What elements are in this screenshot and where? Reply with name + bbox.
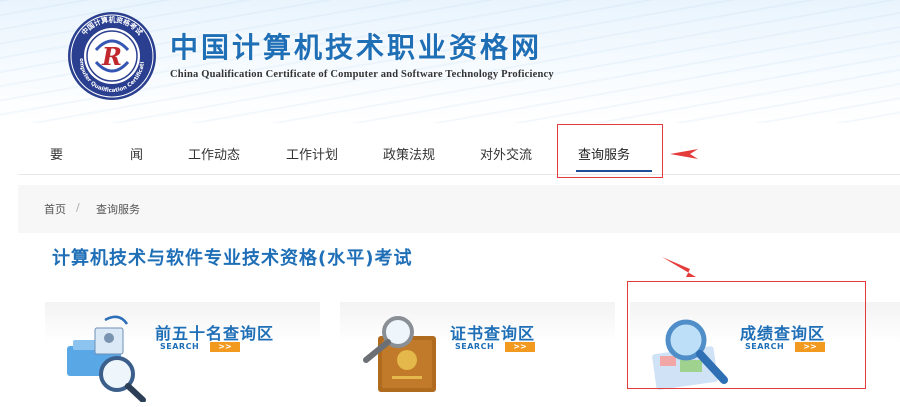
nav-item-policies[interactable]: 政策法规 bbox=[383, 123, 435, 175]
svg-text:R: R bbox=[101, 42, 122, 71]
nav-item-work-updates[interactable]: 工作动态 bbox=[188, 123, 240, 175]
main-nav: 要 闻 工作动态 工作计划 政策法规 对外交流 查询服务 bbox=[18, 123, 900, 175]
card-title: 证书查询区 bbox=[450, 324, 536, 343]
nav-item-external-exchange[interactable]: 对外交流 bbox=[480, 123, 532, 175]
site-title: 中国计算机技术职业资格网 bbox=[170, 31, 543, 64]
site-logo-icon[interactable]: R 中国计算机资格考试 Computer Qualification Certi… bbox=[66, 10, 158, 102]
card-top-fifty-query[interactable]: 前五十名查询区 SEARCH >> bbox=[45, 302, 320, 402]
certificate-magnifier-icon bbox=[363, 316, 436, 392]
card-title: 前五十名查询区 bbox=[155, 324, 275, 343]
nav-item-news-important[interactable]: 要 bbox=[50, 123, 63, 175]
nav-annotation-arrow-icon bbox=[670, 149, 698, 159]
search-go-button[interactable]: >> bbox=[505, 342, 535, 352]
site-subtitle: China Qualification Certificate of Compu… bbox=[170, 69, 554, 80]
site-header: R 中国计算机资格考试 Computer Qualification Certi… bbox=[0, 0, 900, 123]
search-go-button[interactable]: >> bbox=[210, 342, 240, 352]
card-certificate-query[interactable]: 证书查询区 SEARCH >> bbox=[340, 302, 615, 402]
card-highlight-annotation bbox=[627, 281, 866, 389]
nav-item-work-plans[interactable]: 工作计划 bbox=[286, 123, 338, 175]
page-title: 计算机技术与软件专业技术资格(水平)考试 bbox=[52, 248, 413, 269]
nav-highlight-annotation bbox=[557, 124, 663, 178]
id-badge-magnifier-icon bbox=[67, 315, 146, 402]
breadcrumb-current: 查询服务 bbox=[96, 203, 140, 216]
search-label: SEARCH bbox=[160, 342, 200, 351]
nav-item-news[interactable]: 闻 bbox=[130, 123, 143, 175]
breadcrumb: 首页 / 查询服务 bbox=[18, 185, 900, 233]
breadcrumb-home[interactable]: 首页 bbox=[44, 201, 66, 217]
breadcrumb-separator: / bbox=[76, 201, 80, 214]
search-label: SEARCH bbox=[455, 342, 495, 351]
card-annotation-arrow-icon bbox=[662, 257, 696, 277]
